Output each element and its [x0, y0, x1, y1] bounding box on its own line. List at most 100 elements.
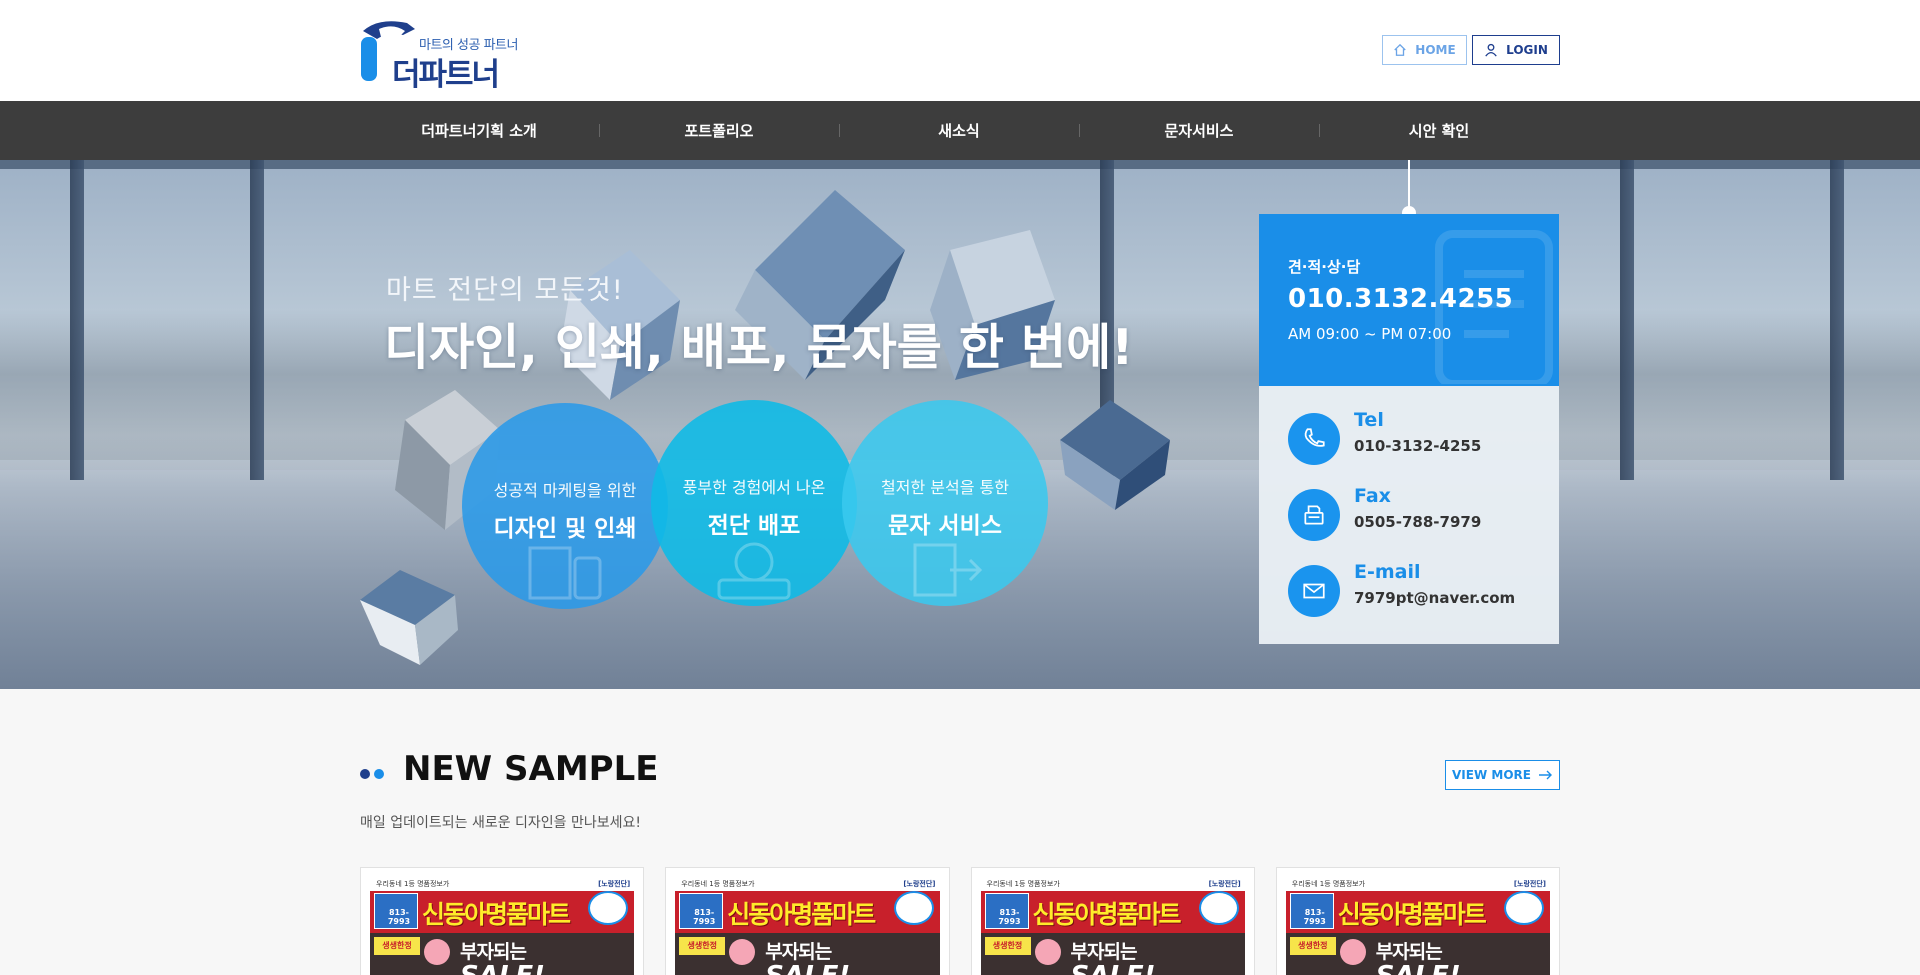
home-button[interactable]: HOME	[1382, 35, 1467, 65]
contact-row-fax: Fax 0505-788-7979	[1288, 484, 1548, 544]
contact-label: Tel	[1354, 409, 1384, 431]
lightbulb-icon	[717, 542, 791, 600]
flyer-slogan: 부자되는	[765, 941, 832, 963]
flyer-label: 생생한정	[984, 937, 1031, 955]
flyer-top-text: 우리동네 1등 명품정보가	[1291, 880, 1366, 888]
window-frame	[1830, 160, 1844, 480]
site-logo[interactable]: 마트의 성공 파트너 더파트너	[359, 17, 529, 93]
home-icon	[1394, 43, 1407, 56]
arrow-right-icon	[1538, 770, 1552, 780]
view-more-label: VIEW MORE	[1452, 768, 1531, 782]
flyer-slogan: 부자되는	[460, 941, 527, 963]
contact-connector-line	[1408, 160, 1410, 210]
contact-label: E-mail	[1354, 561, 1421, 583]
document-icon	[528, 546, 602, 600]
service-sms[interactable]: 철저한 분석을 통한 문자 서비스	[842, 400, 1048, 606]
flyer-logo	[588, 891, 629, 925]
nav-item-news[interactable]: 새소식	[839, 101, 1079, 160]
quote-consultation-box: 견·적·상·담 010.3132.4255 AM 09:00 ~ PM 07:0…	[1259, 214, 1559, 386]
flyer-tag: [노랑전단]	[1513, 880, 1546, 888]
piggy-bank-icon	[424, 939, 450, 965]
flyer-side-box: 813-7993	[984, 893, 1029, 929]
service-subtitle: 철저한 분석을 통한	[881, 478, 1009, 497]
mail-icon	[1288, 565, 1340, 617]
flyer-thumbnail: 우리동네 1등 명품정보가 [노랑전단] 813-7993 신동아명품마트 생생…	[1285, 877, 1550, 975]
flyer-tag: [노랑전단]	[598, 880, 631, 888]
login-label: LOGIN	[1506, 43, 1548, 57]
flyer-label: 생생한정	[1289, 937, 1336, 955]
service-subtitle: 풍부한 경험에서 나온	[682, 478, 826, 497]
window-frame	[250, 160, 264, 480]
flyer-thumbnail: 우리동네 1등 명품정보가 [노랑전단] 813-7993 신동아명품마트 생생…	[370, 877, 635, 975]
flyer-sale: SALE!	[765, 961, 850, 975]
window-frame	[1620, 160, 1634, 480]
service-title: 디자인 및 인쇄	[493, 516, 637, 542]
flyer-slogan: 부자되는	[1375, 941, 1443, 963]
phone-icon	[1288, 413, 1340, 465]
window-frame	[70, 160, 84, 480]
hero-title: 디자인, 인쇄, 배포, 문자를 한 번에!	[384, 319, 1134, 376]
contact-value: 0505-788-7979	[1354, 513, 1482, 531]
service-design-print[interactable]: 성공적 마케팅을 위한 디자인 및 인쇄	[462, 403, 668, 609]
home-label: HOME	[1415, 43, 1456, 57]
contact-label: Fax	[1354, 485, 1391, 507]
flyer-label: 생생한정	[374, 937, 420, 955]
flyer-side-text: 813-7993	[693, 908, 716, 926]
flyer-store-name: 신동아명품마트	[727, 900, 876, 929]
sample-card[interactable]: 우리동네 1등 명품정보가 [노랑전단] 813-7993 신동아명품마트 생생…	[970, 867, 1255, 975]
hero-subtitle: 마트 전단의 모든것!	[386, 275, 624, 306]
flyer-store-name: 신동아명품마트	[1337, 900, 1487, 929]
sample-card[interactable]: 우리동네 1등 명품정보가 [노랑전단] 813-7993 신동아명품마트 생생…	[360, 867, 645, 975]
flyer-top-text: 우리동네 1등 명품정보가	[986, 880, 1060, 888]
contact-row-tel: Tel 010-3132-4255	[1288, 408, 1548, 468]
sample-card[interactable]: 우리동네 1등 명품정보가 [노랑전단] 813-7993 신동아명품마트 생생…	[665, 867, 950, 975]
logo-name: 더파트너	[392, 57, 500, 93]
flyer-sale: SALE!	[460, 961, 545, 975]
login-button[interactable]: LOGIN	[1472, 35, 1560, 65]
business-hours: AM 09:00 ~ PM 07:00	[1288, 325, 1452, 343]
quote-phone: 010.3132.4255	[1288, 284, 1514, 314]
flyer-slogan: 부자되는	[1070, 941, 1138, 963]
flyer-tag: [노랑전단]	[903, 880, 936, 888]
flyer-logo	[1198, 891, 1239, 925]
send-document-icon	[913, 543, 983, 597]
flyer-sale: SALE!	[1071, 961, 1156, 975]
flyer-side-box: 813-7993	[679, 893, 724, 929]
user-icon	[1485, 43, 1497, 57]
flyer-side-text: 813-7993	[1303, 908, 1326, 926]
view-more-button[interactable]: VIEW MORE	[1445, 760, 1560, 790]
fax-icon	[1288, 489, 1340, 541]
dot	[374, 769, 384, 779]
nav-item-about[interactable]: 더파트너기획 소개	[359, 101, 599, 160]
contact-row-email[interactable]: E-mail 7979pt@naver.com	[1288, 560, 1548, 620]
flyer-side-text: 813-7993	[387, 908, 411, 926]
decorative-cube	[1060, 400, 1170, 510]
quote-label: 견·적·상·담	[1288, 258, 1361, 276]
flyer-logo	[893, 891, 934, 925]
service-title: 문자 서비스	[888, 513, 1002, 539]
piggy-bank-icon	[1034, 939, 1061, 965]
nav-item-portfolio[interactable]: 포트폴리오	[599, 101, 839, 160]
contact-details: Tel 010-3132-4255 Fax 0505-788-7979 E-ma…	[1259, 386, 1559, 644]
decorative-cube	[360, 570, 458, 665]
contact-value: 010-3132-4255	[1354, 437, 1482, 455]
section-description: 매일 업데이트되는 새로운 디자인을 만나보세요!	[360, 815, 642, 831]
service-title: 전단 배포	[707, 513, 801, 539]
nav-item-draft-check[interactable]: 시안 확인	[1319, 101, 1559, 160]
piggy-bank-icon	[1339, 939, 1366, 965]
section-title: NEW SAMPLE	[403, 749, 659, 789]
flyer-store-name: 신동아명품마트	[422, 900, 571, 929]
flyer-logo	[1504, 891, 1544, 925]
flyer-side-box: 813-7993	[1289, 893, 1334, 929]
sample-card[interactable]: 우리동네 1등 명품정보가 [노랑전단] 813-7993 신동아명품마트 생생…	[1275, 867, 1560, 975]
section-dots	[360, 769, 384, 779]
flyer-tag: [노랑전단]	[1208, 880, 1241, 888]
contact-value[interactable]: 7979pt@naver.com	[1354, 589, 1515, 607]
sample-card-list: 우리동네 1등 명품정보가 [노랑전단] 813-7993 신동아명품마트 생생…	[360, 867, 1560, 975]
flyer-thumbnail: 우리동네 1등 명품정보가 [노랑전단] 813-7993 신동아명품마트 생생…	[980, 877, 1245, 975]
main-nav: 더파트너기획 소개 포트폴리오 새소식 문자서비스 시안 확인	[0, 101, 1920, 160]
flyer-thumbnail: 우리동네 1등 명품정보가 [노랑전단] 813-7993 신동아명품마트 생생…	[675, 877, 940, 975]
flyer-top-text: 우리동네 1등 명품정보가	[681, 880, 755, 888]
service-flyer-distribution[interactable]: 풍부한 경험에서 나온 전단 배포	[651, 400, 857, 606]
nav-item-sms-service[interactable]: 문자서비스	[1079, 101, 1319, 160]
